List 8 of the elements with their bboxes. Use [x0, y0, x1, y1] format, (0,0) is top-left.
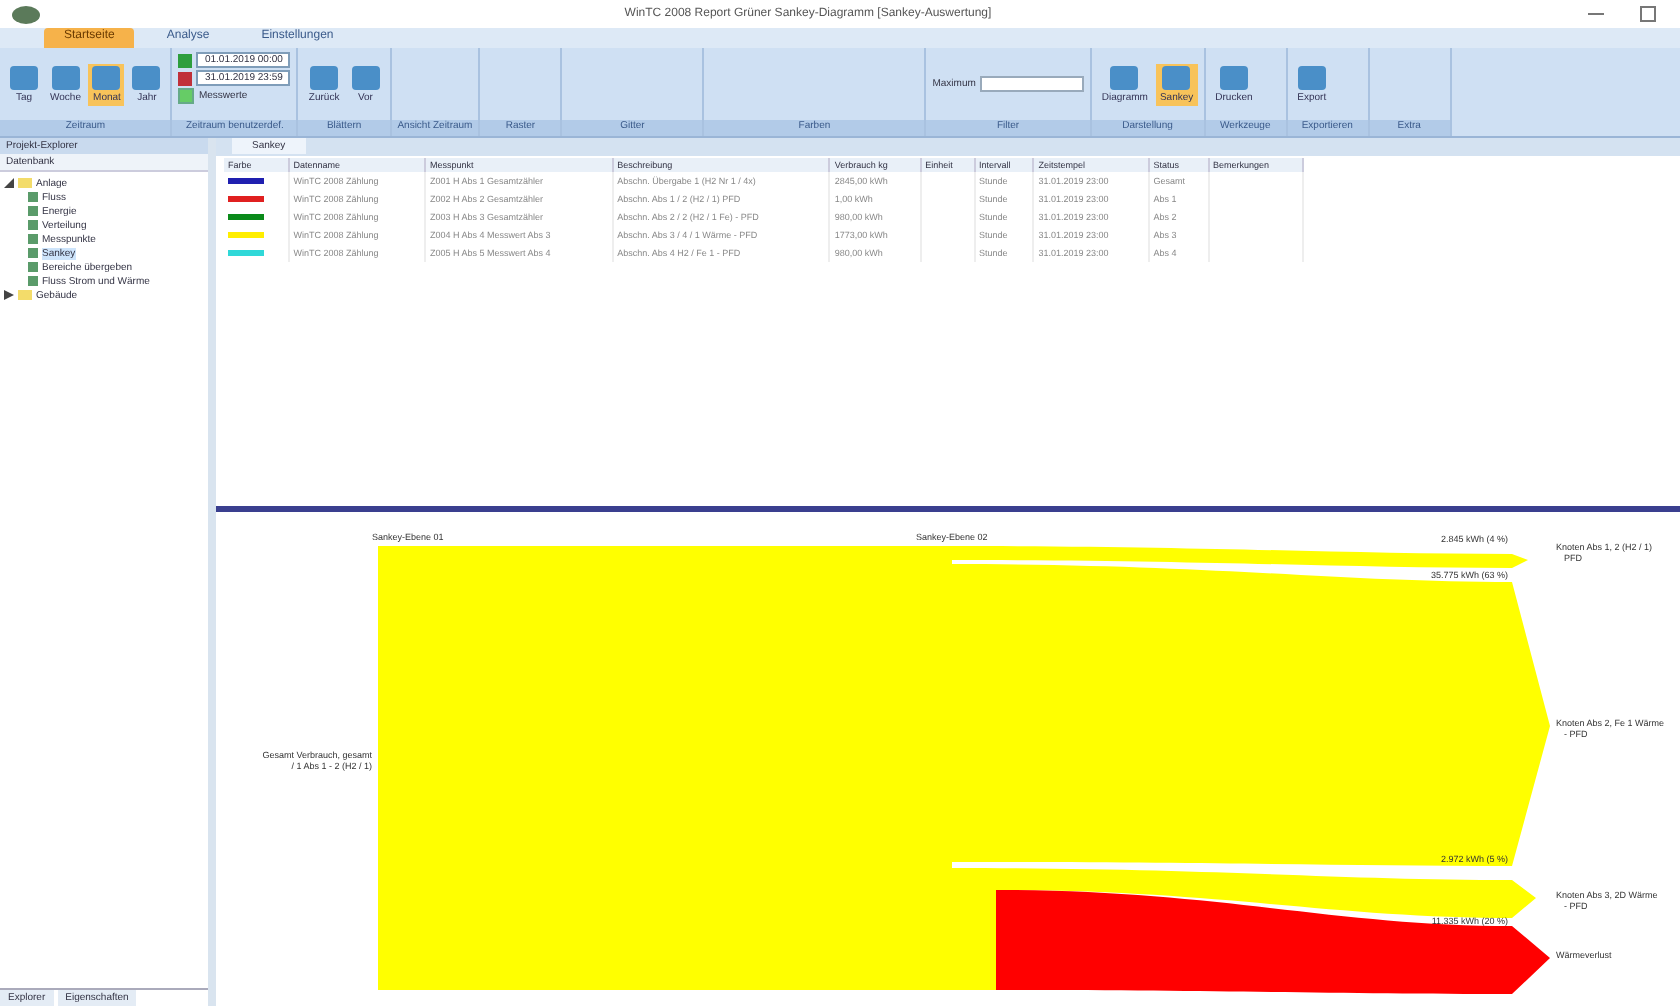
checkbox[interactable] — [178, 88, 195, 104]
folder-icon — [18, 290, 32, 300]
input-field[interactable] — [979, 76, 1084, 92]
app-logo-icon[interactable] — [12, 5, 40, 23]
maximize-icon[interactable] — [1640, 6, 1656, 22]
folder-icon — [18, 178, 32, 188]
collapse-icon[interactable] — [4, 178, 14, 188]
expand-icon[interactable] — [4, 290, 14, 300]
